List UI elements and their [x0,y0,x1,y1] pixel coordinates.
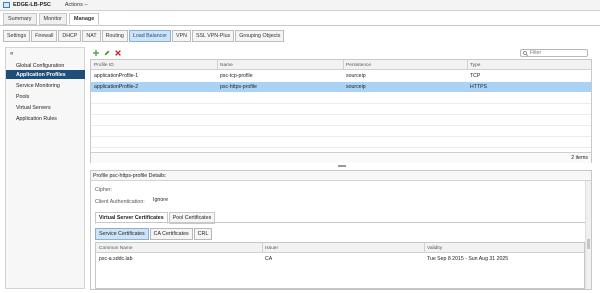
sidebar-item-application-profiles[interactable]: Application Profiles [6,70,85,79]
window-titlebar: EDGE-LB-PSC Actions – [0,0,600,11]
actions-menu[interactable]: Actions – [65,2,88,8]
tab-nat[interactable]: NAT [82,30,101,42]
table-header: Profile ID Name Persistence Type [91,60,591,70]
delete-icon[interactable] [115,50,121,56]
edit-icon[interactable] [104,50,110,56]
table-row[interactable]: psc-a.sddc.lab CA Tue Sep 8 2015 - Sun A… [96,254,584,264]
details-title: Profile psc-https-profile Details: [91,171,591,181]
tab-firewall[interactable]: Firewall [31,30,58,42]
client-auth-label: Client Authentication: [95,199,145,205]
sidebar: « Global Configuration Application Profi… [5,47,85,289]
client-auth-value: Ignore [153,197,169,203]
top-tabs: Summary Monitor Manage [3,13,100,25]
add-icon[interactable] [93,50,99,56]
tab-ssl-vpn-plus[interactable]: SSL VPN-Plus [191,30,235,42]
sidebar-item-pools[interactable]: Pools [6,92,85,101]
empty-row [91,137,591,148]
sidebar-item-global-configuration[interactable]: Global Configuration [6,61,85,70]
tab-grouping-objects[interactable]: Grouping Objects [235,30,285,42]
edge-icon [3,2,10,8]
persistence-cell: sourceip [346,84,366,90]
type-cell: HTTPS [470,84,488,90]
common-name-cell: psc-a.sddc.lab [99,256,133,262]
certificates-table: Common Name Issuer Validity psc-a.sddc.l… [95,242,585,289]
table-row[interactable]: applicationProfile-1 psc-tcp-profile sou… [91,71,591,81]
tab-load-balancer[interactable]: Load Balancer [128,30,172,42]
column-header-profile-id[interactable]: Profile ID [91,60,217,70]
filter-box[interactable] [520,49,588,57]
profiles-table: Profile ID Name Persistence Type applica… [90,59,592,163]
profile-id-cell: applicationProfile-1 [94,73,139,79]
grid-toolbar [93,50,121,56]
profile-id-cell: applicationProfile-2 [94,84,139,90]
tab-divider [95,222,585,223]
search-icon [523,50,528,56]
persistence-cell: sourceip [346,73,366,79]
column-header-type[interactable]: Type [467,60,591,70]
validity-cell: Tue Sep 8 2015 - Sun Aug 31 2025 [427,256,509,262]
sidebar-item-virtual-servers[interactable]: Virtual Servers [6,103,85,112]
tab-dhcp[interactable]: DHCP [58,30,82,42]
issuer-cell: CA [265,256,273,262]
tab-crl[interactable]: CRL [193,228,213,240]
table-header: Common Name Issuer Validity [96,243,584,253]
empty-row [91,93,591,104]
tab-service-certificates[interactable]: Service Certificates [95,228,149,240]
pane-splitter-handle[interactable] [338,165,346,167]
column-header-name[interactable]: Name [217,60,343,70]
details-scrollbar[interactable] [585,181,591,289]
profile-name-cell: psc-https-profile [220,84,257,90]
certificate-type-tabs: Service Certificates CA Certificates CRL [95,228,213,240]
tab-monitor[interactable]: Monitor [38,13,67,25]
sidebar-item-application-rules[interactable]: Application Rules [6,114,85,123]
table-footer: 2 items [91,152,591,163]
sidebar-item-service-monitoring[interactable]: Service Monitoring [6,81,85,90]
cipher-label: Cipher: [95,187,113,193]
window-title: EDGE-LB-PSC [13,2,51,8]
filter-input[interactable] [530,50,585,56]
table-row-selected[interactable]: applicationProfile-2 psc-https-profile s… [91,82,591,92]
tab-manage[interactable]: Manage [68,13,100,25]
empty-row [91,115,591,126]
column-header-persistence[interactable]: Persistence [343,60,467,70]
tab-ca-certificates[interactable]: CA Certificates [149,228,193,240]
tab-summary[interactable]: Summary [3,13,37,25]
tab-routing[interactable]: Routing [101,30,128,42]
profile-name-cell: psc-tcp-profile [220,73,253,79]
column-header-issuer[interactable]: Issuer [262,243,424,253]
sub-tabs: Settings Firewall DHCP NAT Routing Load … [3,30,285,42]
empty-row [91,126,591,137]
scrollbar-thumb[interactable] [587,239,590,249]
column-header-common-name[interactable]: Common Name [96,243,262,253]
profile-details-panel: Profile psc-https-profile Details: Ciphe… [90,170,592,290]
tab-divider [0,25,600,26]
tab-vpn[interactable]: VPN [172,30,191,42]
tab-settings[interactable]: Settings [3,30,31,42]
item-count: 2 items [571,155,588,161]
collapse-sidebar-icon[interactable]: « [10,51,13,57]
empty-row [91,104,591,115]
column-header-validity[interactable]: Validity [424,243,584,253]
type-cell: TCP [470,73,481,79]
